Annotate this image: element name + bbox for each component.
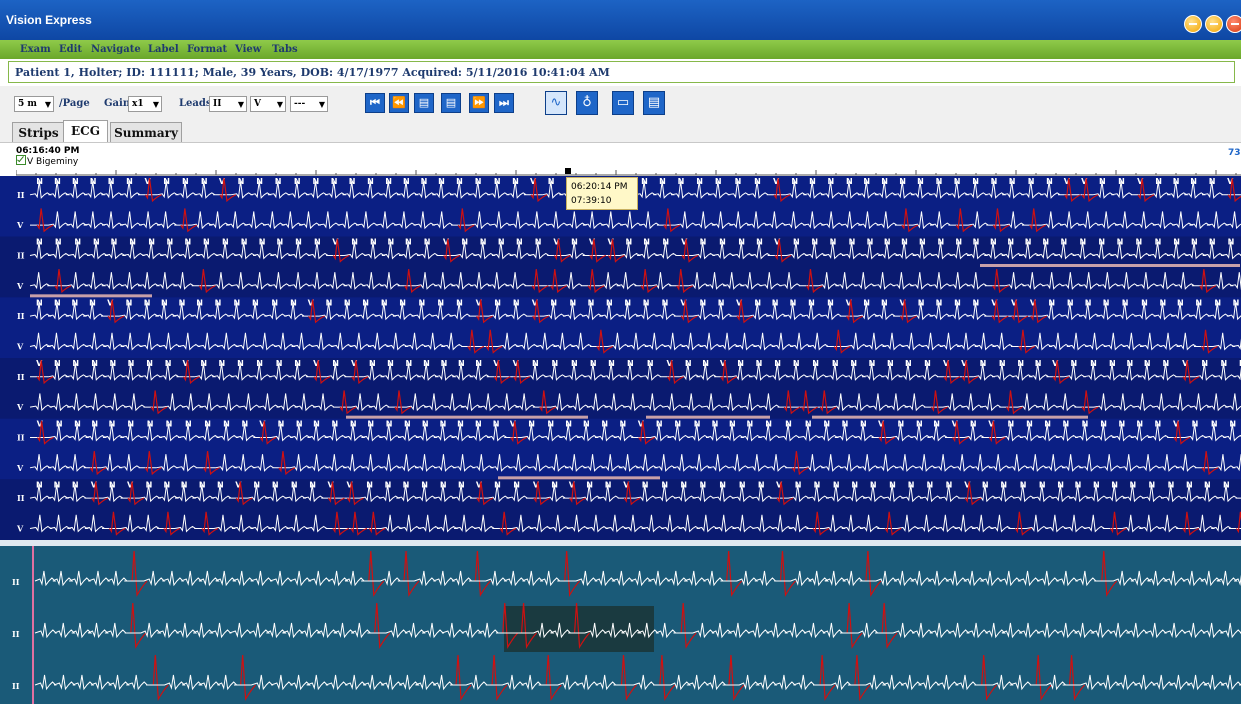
skip-end-icon: ⏭ <box>499 96 509 109</box>
report-icon: ▤ <box>647 95 661 110</box>
last-page-button[interactable]: ⏭ <box>494 93 514 113</box>
app-title: Vision Express <box>6 13 92 27</box>
strip-detail-panel[interactable]: II II II <box>0 546 1241 704</box>
chevron-down-icon: ▼ <box>237 99 244 109</box>
tab-bar: Strips ECG Summary <box>0 120 1241 142</box>
event-bar[interactable] <box>346 415 588 419</box>
chevron-down-icon: ▼ <box>276 99 283 109</box>
menu-view[interactable]: View <box>235 44 261 55</box>
strip-lead-label: II <box>12 577 20 587</box>
previous-page-button[interactable]: ⏪ <box>389 93 409 113</box>
chevron-down-icon: ▼ <box>44 99 51 109</box>
checkbox-icon[interactable] <box>16 155 26 165</box>
menu-tabs[interactable]: Tabs <box>272 44 298 55</box>
event-filter[interactable]: V Bigeminy <box>16 155 78 167</box>
stethoscope-icon: ♁ <box>582 95 592 110</box>
toolbar: 5 m ▼ /Page Gain x1 ▼ Leads II ▼ V ▼ --- ▼ ⏮ … <box>0 86 1241 120</box>
tooltip-time: 06:20:14 PM <box>571 182 628 192</box>
lead-label: II <box>17 493 25 503</box>
lead-label: II <box>17 311 25 321</box>
lead-1-value: II <box>213 99 222 109</box>
strip-view-button[interactable]: ▭ <box>612 91 634 115</box>
menu-format[interactable]: Format <box>187 44 227 55</box>
ecg-header: 06:16:40 PM V Bigeminy 73 <box>0 142 1241 177</box>
tab-ecg[interactable]: ECG <box>63 120 108 142</box>
lead-label: V <box>16 463 24 473</box>
first-page-button[interactable]: ⏮ <box>365 93 385 113</box>
page-back-button[interactable]: ▤ <box>414 93 434 113</box>
ruler-cursor[interactable] <box>565 168 571 174</box>
lead-label: II <box>17 190 25 200</box>
minimize-button[interactable] <box>1184 15 1202 33</box>
heartbeat-icon: ∿ <box>550 95 562 110</box>
rectangle-icon: ▭ <box>616 95 630 110</box>
lead-label: V <box>16 281 24 291</box>
chevron-down-icon: ▼ <box>318 99 325 109</box>
ecg-traces[interactable]: IINNNNNNVNNNVNNNNNNNNNNNNNNNNVNNNNNNNNNN… <box>0 176 1241 540</box>
page-back-icon: ▤ <box>418 96 430 109</box>
patient-info-bar: Patient 1, Holter; ID: 111111; Male, 39 … <box>8 61 1235 83</box>
skip-start-icon: ⏮ <box>370 96 380 109</box>
page-label: /Page <box>59 98 90 109</box>
lead-2-value: V <box>254 99 261 109</box>
rewind-icon: ⏪ <box>392 96 406 109</box>
ecg-view-button[interactable]: ∿ <box>545 91 567 115</box>
lead-1-select[interactable]: II ▼ <box>209 96 247 112</box>
lead-3-value: --- <box>294 99 306 109</box>
event-label: V Bigeminy <box>27 157 79 167</box>
menu-label[interactable]: Label <box>148 44 179 55</box>
lead-3-select[interactable]: --- ▼ <box>290 96 328 112</box>
lead-label: V <box>16 523 24 533</box>
event-bar[interactable] <box>646 415 770 419</box>
tooltip-elapsed: 07:39:10 <box>571 196 612 206</box>
lead-label: V <box>16 341 24 351</box>
tab-strips[interactable]: Strips <box>12 122 65 142</box>
pacer-view-button[interactable]: ♁ <box>576 91 598 115</box>
page-duration-select[interactable]: 5 m ▼ <box>14 96 54 112</box>
page-number: 73 <box>1228 148 1241 158</box>
next-page-button[interactable]: ⏩ <box>469 93 489 113</box>
report-view-button[interactable]: ▤ <box>643 91 665 115</box>
maximize-button[interactable] <box>1205 15 1223 33</box>
event-bar[interactable] <box>980 264 1240 267</box>
tab-summary[interactable]: Summary <box>110 122 182 142</box>
menu-bar: Exam Edit Navigate Label Format View Tab… <box>0 40 1241 59</box>
gain-value: x1 <box>132 99 144 109</box>
lead-label: V <box>16 402 24 412</box>
page-forward-button[interactable]: ▤ <box>441 93 461 113</box>
page-forward-icon: ▤ <box>445 96 457 109</box>
time-tooltip: 06:20:14 PM 07:39:10 <box>566 177 638 210</box>
menu-edit[interactable]: Edit <box>59 44 82 55</box>
gain-label: Gain <box>104 98 131 109</box>
strip-lead-label: II <box>12 681 20 691</box>
gain-select[interactable]: x1 ▼ <box>128 96 162 112</box>
menu-exam[interactable]: Exam <box>20 44 51 55</box>
lead-2-select[interactable]: V ▼ <box>250 96 286 112</box>
strip-lead-label: II <box>12 629 20 639</box>
close-button[interactable] <box>1226 15 1241 33</box>
page-duration-value: 5 m <box>18 99 37 109</box>
chevron-down-icon: ▼ <box>152 99 159 109</box>
patient-info: Patient 1, Holter; ID: 111111; Male, 39 … <box>15 66 610 79</box>
event-bar[interactable] <box>812 415 1088 419</box>
ecg-full-disclosure[interactable]: IINNNNNNVNNNVNNNNNNNNNNNNNNNNVNNNNNNNNNN… <box>0 176 1241 540</box>
title-bar: Vision Express <box>0 0 1241 40</box>
strip-traces[interactable]: II II II <box>0 546 1241 704</box>
event-bar[interactable] <box>30 294 152 298</box>
fast-forward-icon: ⏩ <box>472 96 486 109</box>
lead-label: II <box>17 372 25 382</box>
lead-label: II <box>17 250 25 260</box>
menu-navigate[interactable]: Navigate <box>91 44 141 55</box>
leads-label: Leads <box>179 98 212 109</box>
lead-label: II <box>17 432 25 442</box>
event-bar[interactable] <box>498 476 660 480</box>
lead-label: V <box>16 220 24 230</box>
